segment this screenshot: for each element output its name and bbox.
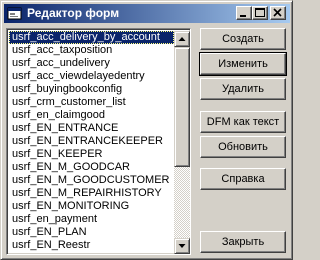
scroll-down-button[interactable] xyxy=(174,238,190,254)
help-button[interactable]: Справка xyxy=(200,168,286,190)
forms-listbox[interactable]: usrf_acc_delivery_by_account usrf_acc_tax… xyxy=(6,28,191,255)
close-button[interactable]: Закрыть xyxy=(200,231,286,253)
list-item[interactable]: usrf_acc_undelivery xyxy=(9,57,174,70)
list-item[interactable]: usrf_EN_M_GOODCUSTOMER xyxy=(9,174,174,187)
forms-list: usrf_acc_delivery_by_account usrf_acc_tax… xyxy=(9,31,174,254)
list-item[interactable]: usrf_acc_taxposition xyxy=(9,44,174,57)
list-item[interactable]: usrf_acc_delivery_by_account xyxy=(9,31,174,44)
list-item[interactable]: usrf_en_claimgood xyxy=(9,109,174,122)
maximize-icon xyxy=(255,8,265,17)
list-item[interactable]: usrf_EN_PLAN xyxy=(9,226,174,239)
minimize-button[interactable] xyxy=(236,6,252,20)
app-icon xyxy=(7,7,22,20)
list-item[interactable]: usrf_EN_M_REPAIRHISTORY xyxy=(9,187,174,200)
form-editor-window: Редактор форм usrf_acc_delivery_by_accou… xyxy=(0,0,293,260)
list-item[interactable]: usrf_EN_ENTRANCE xyxy=(9,122,174,135)
list-item[interactable]: usrf_en_payment xyxy=(9,213,174,226)
refresh-button[interactable]: Обновить xyxy=(200,136,286,158)
vertical-scrollbar[interactable] xyxy=(174,31,190,254)
arrow-up-icon xyxy=(178,37,186,41)
list-item[interactable]: usrf_EN_KEEPER xyxy=(9,148,174,161)
arrow-down-icon xyxy=(178,244,186,248)
title-bar[interactable]: Редактор форм xyxy=(4,4,290,23)
list-item[interactable]: usrf_acc_viewdelayedentry xyxy=(9,70,174,83)
minimize-icon xyxy=(240,15,246,17)
window-title: Редактор форм xyxy=(27,6,120,20)
list-item[interactable]: usrf_EN_ENTRANCEKEEPER xyxy=(9,135,174,148)
edit-button[interactable]: Изменить xyxy=(199,52,287,76)
list-item[interactable]: usrf_EN_MONITORING xyxy=(9,200,174,213)
close-icon xyxy=(273,8,282,17)
scroll-up-button[interactable] xyxy=(174,31,190,47)
list-item[interactable]: usrf_EN_M_GOODCAR xyxy=(9,161,174,174)
list-item[interactable]: usrf_buyingbookconfig xyxy=(9,83,174,96)
create-button[interactable]: Создать xyxy=(200,28,286,50)
scroll-thumb[interactable] xyxy=(174,47,190,167)
close-window-button[interactable] xyxy=(270,6,286,20)
maximize-button[interactable] xyxy=(252,6,268,20)
delete-button[interactable]: Удалить xyxy=(200,78,286,100)
list-item[interactable]: usrf_crm_customer_list xyxy=(9,96,174,109)
dfm-as-text-button[interactable]: DFM как текст xyxy=(200,111,286,133)
list-item[interactable]: usrf_EN_Reestr xyxy=(9,239,174,252)
